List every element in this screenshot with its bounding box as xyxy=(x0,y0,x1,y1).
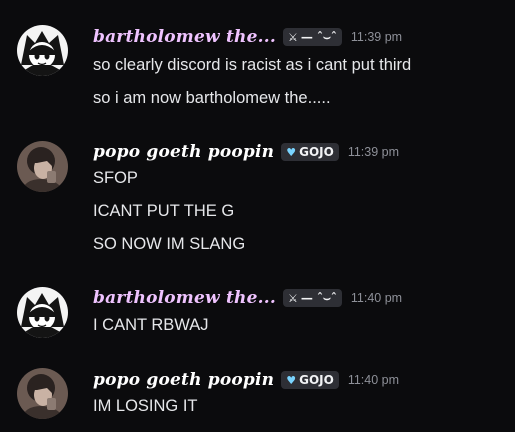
timestamp[interactable]: 11:39 pm xyxy=(348,145,399,159)
message-header: bartholomew the... ⚔ — ˆ⌣ˆ 11:39 pm xyxy=(93,25,402,49)
avatar-popo[interactable] xyxy=(17,141,68,192)
avatar-popo[interactable] xyxy=(17,368,68,419)
chat-message-list: bartholomew the... ⚔ — ˆ⌣ˆ 11:39 pm so c… xyxy=(0,0,515,432)
tag-label: — ˆ⌣ˆ xyxy=(300,29,337,44)
server-tag[interactable]: ♥ GOJO xyxy=(281,143,339,161)
tag-label: — ˆ⌣ˆ xyxy=(300,290,337,305)
message-text: ICANT PUT THE G xyxy=(93,202,235,220)
message-text: so i am now bartholomew the..... xyxy=(93,89,331,107)
message-header: popo goeth poopin ♥ GOJO 11:40 pm xyxy=(93,368,399,392)
username[interactable]: popo goeth poopin xyxy=(93,142,274,162)
message-text: SO NOW IM SLANG xyxy=(93,235,246,253)
tag-label: GOJO xyxy=(299,145,334,159)
heart-icon: ♥ xyxy=(286,373,297,387)
sword-icon: ⚔ xyxy=(287,291,298,305)
message-header: bartholomew the... ⚔ — ˆ⌣ˆ 11:40 pm xyxy=(93,286,402,310)
timestamp[interactable]: 11:40 pm xyxy=(348,373,399,387)
timestamp[interactable]: 11:40 pm xyxy=(351,291,402,305)
message-text: I CANT RBWAJ xyxy=(93,316,209,334)
server-tag[interactable]: ⚔ — ˆ⌣ˆ xyxy=(282,28,342,46)
username[interactable]: bartholomew the... xyxy=(93,27,276,47)
timestamp[interactable]: 11:39 pm xyxy=(351,30,402,44)
username[interactable]: bartholomew the... xyxy=(93,288,276,308)
tag-label: GOJO xyxy=(299,373,334,387)
server-tag[interactable]: ♥ GOJO xyxy=(281,371,339,389)
message-text: IM LOSING IT xyxy=(93,397,198,415)
avatar-bartholomew[interactable] xyxy=(17,287,68,338)
sword-icon: ⚔ xyxy=(287,30,298,44)
message-text: so clearly discord is racist as i cant p… xyxy=(93,56,412,74)
message-text: SFOP xyxy=(93,169,138,187)
heart-icon: ♥ xyxy=(286,145,297,159)
username[interactable]: popo goeth poopin xyxy=(93,370,274,390)
message-header: popo goeth poopin ♥ GOJO 11:39 pm xyxy=(93,140,399,164)
server-tag[interactable]: ⚔ — ˆ⌣ˆ xyxy=(282,289,342,307)
avatar-bartholomew[interactable] xyxy=(17,25,68,76)
